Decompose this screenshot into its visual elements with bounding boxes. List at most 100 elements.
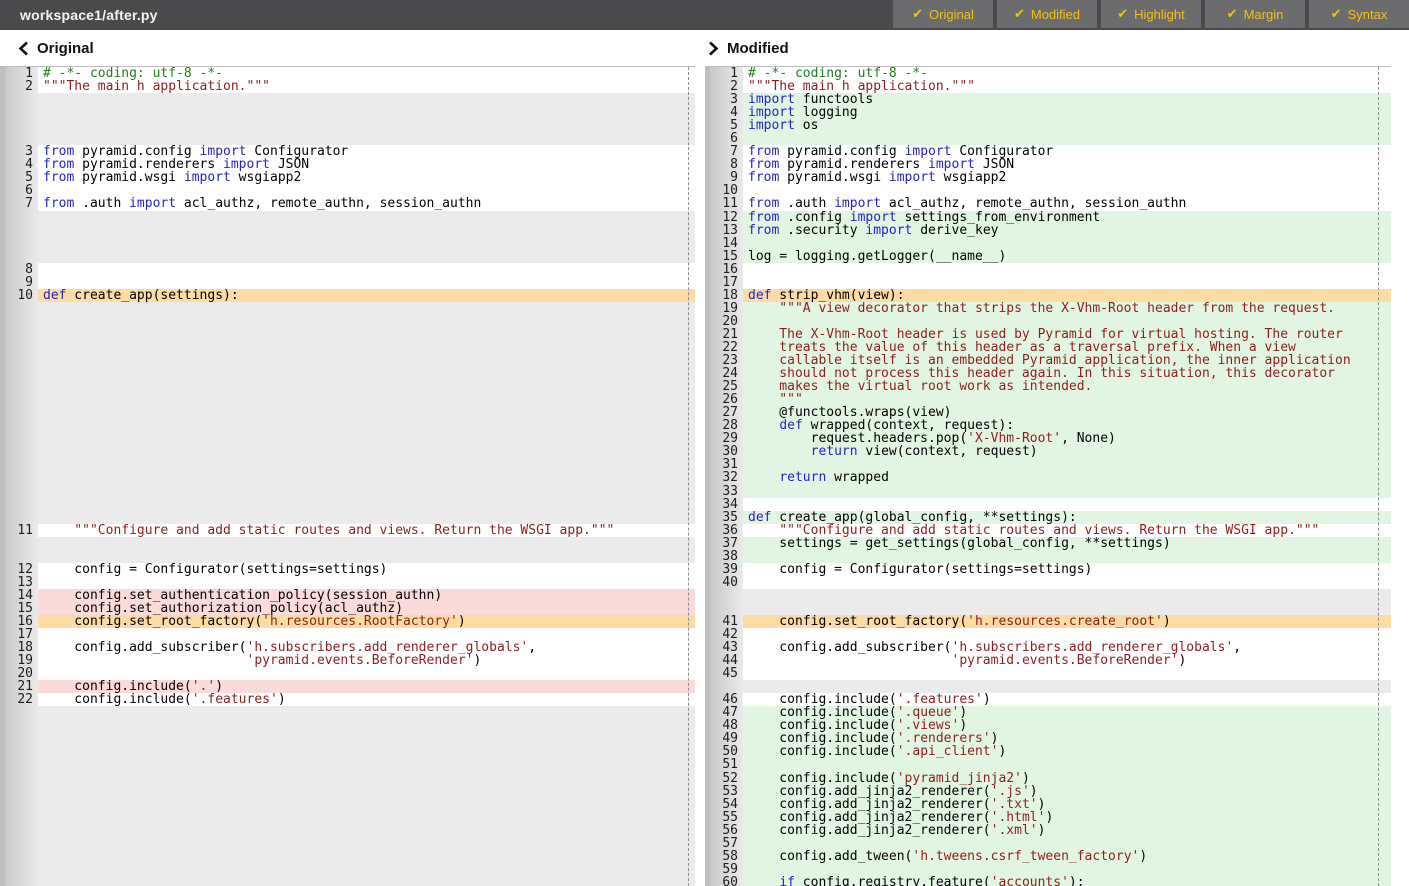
code-line: 15log = logging.getLogger(__name__): [710, 250, 1391, 263]
code-text: [743, 667, 1391, 680]
line-number: 11: [5, 524, 38, 537]
code-line: 12 config = Configurator(settings=settin…: [5, 563, 695, 576]
code-line: [5, 445, 695, 458]
code-line: 3from pyramid.config import Configurator: [5, 145, 695, 158]
line-number: 3: [5, 145, 38, 158]
code-text: [38, 328, 695, 341]
toolbar-toggle-syntax[interactable]: ✔Syntax: [1309, 0, 1409, 28]
code-text: from pyramid.wsgi import wsgiapp2: [38, 171, 695, 184]
code-text: from pyramid.renderers import JSON: [38, 158, 695, 171]
code-line: 50 config.include('.api_client'): [710, 745, 1391, 758]
code-line: [5, 458, 695, 471]
code-text: [38, 732, 695, 745]
code-text: from pyramid.wsgi import wsgiapp2: [743, 171, 1391, 184]
check-icon: ✔: [1227, 6, 1238, 22]
modified-code-pane[interactable]: 1# -*- coding: utf-8 -*-2"""The main h a…: [705, 66, 1391, 886]
line-number: 2: [710, 80, 743, 93]
code-text: should not process this header again. In…: [743, 367, 1391, 380]
code-line: [5, 811, 695, 824]
line-number: [5, 224, 38, 237]
line-number: [5, 211, 38, 224]
code-line: [5, 863, 695, 876]
code-line: 35def create_app(global_config, **settin…: [710, 511, 1391, 524]
code-text: [38, 250, 695, 263]
pane-headers-bar: Original Modified: [0, 30, 1409, 66]
code-text: [743, 498, 1391, 511]
code-text: [38, 132, 695, 145]
code-line: 39 config = Configurator(settings=settin…: [710, 563, 1391, 576]
code-line: 7from pyramid.config import Configurator: [710, 145, 1391, 158]
line-number: 17: [710, 276, 743, 289]
code-text: [743, 758, 1391, 771]
code-text: from pyramid.config import Configurator: [38, 145, 695, 158]
code-text: The X-Vhm-Root header is used by Pyramid…: [743, 328, 1391, 341]
code-text: config.set_root_factory('h.resources.Roo…: [38, 615, 695, 628]
toolbar: ✔Original✔Modified✔Highlight✔Margin✔Synt…: [889, 0, 1409, 30]
code-line: 20: [5, 667, 695, 680]
code-text: # -*- coding: utf-8 -*-: [743, 67, 1391, 80]
code-line: 1# -*- coding: utf-8 -*-: [5, 67, 695, 80]
code-line: 58 config.add_tween('h.tweens.csrf_tween…: [710, 850, 1391, 863]
code-text: [38, 837, 695, 850]
code-line: 29 request.headers.pop('X-Vhm-Root', Non…: [710, 432, 1391, 445]
code-line: 60 if config.registry.feature('accounts'…: [710, 876, 1391, 886]
title-bar: workspace1/after.py ✔Original✔Modified✔H…: [0, 0, 1409, 30]
line-number: 34: [710, 498, 743, 511]
line-number: 45: [710, 667, 743, 680]
code-text: from .security import derive_key: [743, 224, 1391, 237]
toolbar-toggle-original[interactable]: ✔Original: [893, 0, 993, 28]
code-text: config.add_tween('h.tweens.csrf_tween_fa…: [743, 850, 1391, 863]
code-text: [743, 315, 1391, 328]
original-code-pane[interactable]: 1# -*- coding: utf-8 -*-2"""The main h a…: [0, 66, 695, 886]
line-number: 55: [710, 811, 743, 824]
code-text: """Configure and add static routes and v…: [38, 524, 695, 537]
line-number: 1: [710, 67, 743, 80]
code-text: [38, 393, 695, 406]
line-number: 16: [710, 263, 743, 276]
line-number: [710, 589, 743, 602]
line-number: [5, 341, 38, 354]
toolbar-toggle-highlight[interactable]: ✔Highlight: [1101, 0, 1201, 28]
line-number: 40: [710, 576, 743, 589]
code-line: [5, 406, 695, 419]
line-number: [5, 811, 38, 824]
code-line: 12from .config import settings_from_envi…: [710, 211, 1391, 224]
code-text: [743, 576, 1391, 589]
code-text: [38, 237, 695, 250]
code-line: [5, 419, 695, 432]
line-number: [5, 354, 38, 367]
code-line: 44 'pyramid.events.BeforeRender'): [710, 654, 1391, 667]
code-text: import logging: [743, 106, 1391, 119]
code-line: [5, 537, 695, 550]
code-line: [5, 706, 695, 719]
line-number: 15: [710, 250, 743, 263]
code-text: """A view decorator that strips the X-Vh…: [743, 302, 1391, 315]
code-text: import os: [743, 119, 1391, 132]
code-text: [743, 184, 1391, 197]
code-text: config.add_jinja2_renderer('.txt'): [743, 798, 1391, 811]
code-text: [38, 380, 695, 393]
code-line: 16 config.set_root_factory('h.resources.…: [5, 615, 695, 628]
code-line: 27 @functools.wraps(view): [710, 406, 1391, 419]
check-icon: ✔: [1117, 6, 1128, 22]
line-number: [5, 250, 38, 263]
line-number: [5, 93, 38, 106]
code-line: [5, 772, 695, 785]
diff-viewer-window: workspace1/after.py ✔Original✔Modified✔H…: [0, 0, 1409, 886]
code-text: def create_app(settings):: [38, 289, 695, 302]
toolbar-toggle-label: Original: [929, 7, 974, 22]
line-number: 10: [5, 289, 38, 302]
code-text: [38, 706, 695, 719]
code-text: [38, 850, 695, 863]
code-line: [5, 315, 695, 328]
toolbar-toggle-modified[interactable]: ✔Modified: [997, 0, 1097, 28]
code-line: 14: [710, 237, 1391, 250]
code-line: [5, 106, 695, 119]
code-line: 7from .auth import acl_authz, remote_aut…: [5, 197, 695, 210]
code-text: 'pyramid.events.BeforeRender'): [743, 654, 1391, 667]
line-number: 6: [710, 132, 743, 145]
code-line: 11 """Configure and add static routes an…: [5, 524, 695, 537]
toolbar-toggle-margin[interactable]: ✔Margin: [1205, 0, 1305, 28]
code-line: 46 config.include('.features'): [710, 693, 1391, 706]
line-number: 58: [710, 850, 743, 863]
